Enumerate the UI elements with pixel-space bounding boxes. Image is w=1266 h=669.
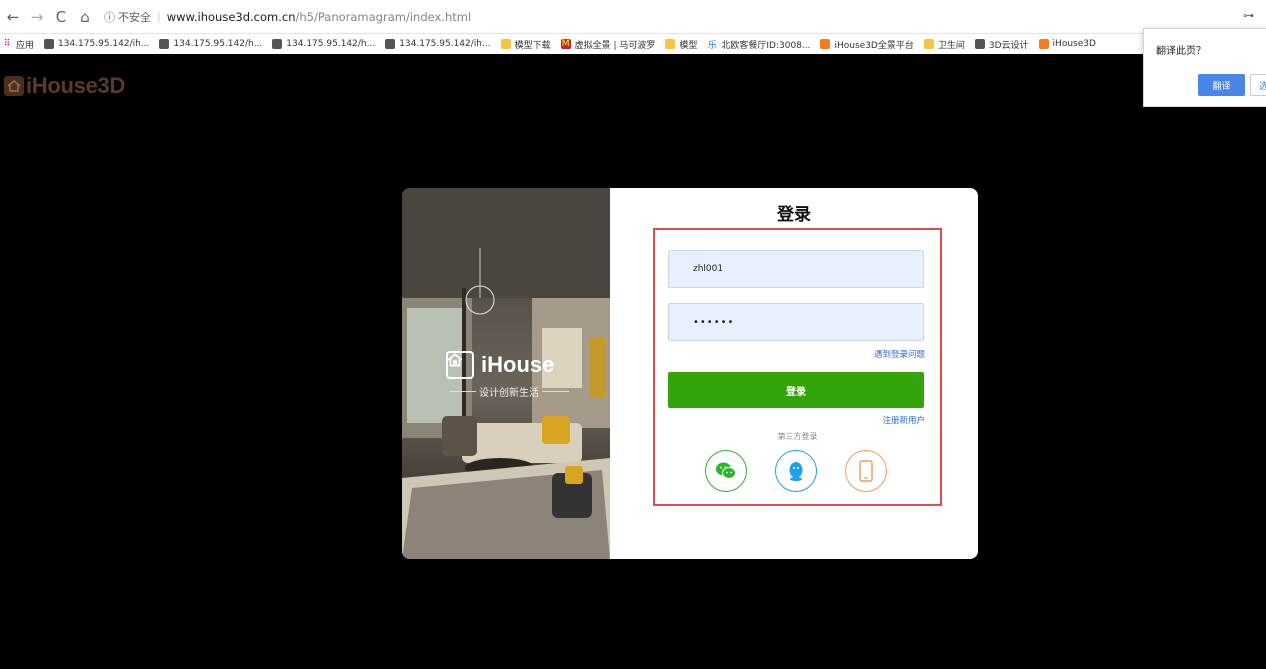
reload-icon[interactable]: C — [50, 6, 72, 28]
login-form: zhl001 •••••• 遇到登录问题 登录 注册新用户 第三方登录 — [653, 228, 942, 506]
qq-penguin-icon — [789, 462, 803, 481]
forgot-login-link[interactable]: 遇到登录问题 — [874, 348, 925, 360]
interior-photo: iHouse 设计创新生活 — [402, 188, 610, 559]
site-logo[interactable]: iHouse3D — [4, 73, 125, 99]
orange-logo-icon — [1038, 39, 1049, 49]
slogan-line-left — [449, 391, 476, 392]
address-divider: | — [157, 10, 161, 23]
bookmark-item[interactable]: 乐北欧客餐厅ID:3008... — [707, 38, 811, 51]
house-logo-icon — [446, 351, 474, 379]
site-logo-text: iHouse3D — [26, 73, 126, 98]
le-icon: 乐 — [707, 40, 717, 51]
home-icon[interactable]: ⌂ — [74, 6, 96, 28]
info-icon[interactable]: ⓘ — [104, 9, 115, 25]
bookmark-label: iHouse3D全景平台 — [834, 40, 914, 51]
bookmark-label: 卫生间 — [937, 40, 965, 51]
address-bar[interactable]: ⓘ 不安全 | www.ihouse3d.com.cn /h5/Panorama… — [104, 9, 471, 25]
third-party-label: 第三方登录 — [777, 432, 818, 441]
bookmark-item[interactable]: M 虚拟全景 | 马可波罗 — [560, 38, 656, 51]
phone-icon — [859, 460, 873, 482]
bookmark-label: 模型 — [679, 40, 698, 51]
apps-grid-icon: ⠿ — [3, 39, 11, 49]
bookmark-apps[interactable]: ⠿ 应用 — [2, 38, 34, 51]
url-host: www.ihouse3d.com.cn — [166, 9, 296, 24]
globe-icon — [272, 39, 283, 49]
globe-icon — [974, 39, 985, 49]
login-title: 登录 — [777, 205, 811, 225]
bookmark-folder[interactable]: 模型 — [665, 38, 697, 51]
slogan-text: 设计创新生活 — [479, 388, 539, 399]
register-link[interactable]: 注册新用户 — [882, 414, 925, 426]
back-arrow-icon[interactable]: ← — [2, 6, 24, 28]
bookmark-label: 134.175.95.142/h... — [173, 39, 263, 49]
ihouse-photo-logo: iHouse — [446, 351, 554, 379]
translate-button[interactable]: 翻译 — [1198, 74, 1245, 96]
red-logo-icon: M — [560, 39, 571, 49]
globe-icon — [44, 39, 55, 49]
bookmark-label: 3D云设计 — [988, 40, 1029, 51]
login-card: iHouse 设计创新生活 登录 zhl001 •••••• 遇到登录问题 登录… — [402, 188, 978, 559]
forward-arrow-icon[interactable]: → — [26, 6, 48, 28]
browser-toolbar: ← → C ⌂ ⓘ 不安全 | www.ihouse3d.com.cn /h5/… — [0, 0, 1266, 34]
qq-login-button[interactable] — [775, 450, 817, 492]
bookmark-label: 虚拟全景 | 马可波罗 — [574, 40, 656, 51]
bookmark-item[interactable]: 3D云设计 — [974, 38, 1029, 51]
globe-icon — [385, 39, 396, 49]
bookmark-item[interactable]: iHouse3D全景平台 — [820, 38, 914, 51]
translate-other-button[interactable]: 选 — [1250, 74, 1266, 96]
bookmark-label: 134.175.95.142/h... — [286, 39, 376, 49]
slogan-line-right — [542, 391, 569, 392]
password-input[interactable]: •••••• — [668, 303, 924, 341]
folder-icon — [923, 39, 934, 49]
photo-logo-text: iHouse — [481, 352, 555, 377]
username-input[interactable]: zhl001 — [668, 250, 924, 288]
orange-logo-icon — [820, 39, 831, 49]
globe-icon — [159, 39, 170, 49]
bookmark-folder[interactable]: 模型下载 — [500, 38, 551, 51]
phone-login-button[interactable] — [845, 450, 887, 492]
login-button[interactable]: 登录 — [668, 372, 924, 408]
bookmark-folder[interactable]: 卫生间 — [923, 38, 965, 51]
translate-title: 翻译此页？ — [1156, 46, 1206, 57]
slogan: 设计创新生活 — [449, 384, 569, 399]
bookmark-label: 134.175.95.142/ih... — [399, 39, 491, 49]
bookmark-item[interactable]: 134.175.95.142/h... — [272, 39, 375, 49]
bookmark-label: 应用 — [16, 40, 35, 51]
translate-popup: 翻译此页？ 翻译 选 — [1143, 28, 1266, 107]
folder-icon — [500, 39, 511, 49]
bookmark-label: 134.175.95.142/ih... — [58, 39, 150, 49]
bookmarks-bar: ⠿ 应用 134.175.95.142/ih... 134.175.95.142/… — [0, 34, 1266, 54]
folder-icon — [665, 39, 676, 49]
bookmark-item[interactable]: 134.175.95.142/h... — [159, 39, 262, 49]
bookmark-label: iHouse3D — [1052, 39, 1096, 49]
security-label: 不安全 — [118, 10, 151, 24]
bookmark-item[interactable]: 134.175.95.142/ih... — [385, 39, 491, 49]
house-logo-icon — [4, 76, 24, 96]
wechat-login-button[interactable] — [705, 450, 747, 492]
key-icon[interactable]: ⊶ — [1243, 9, 1254, 22]
bookmark-item[interactable]: iHouse3D — [1038, 39, 1096, 49]
url-path: /h5/Panoramagram/index.html — [295, 9, 472, 24]
bookmark-label: 模型下载 — [514, 40, 551, 51]
bookmark-item[interactable]: 134.175.95.142/ih... — [44, 39, 149, 49]
wechat-icon — [716, 462, 736, 479]
bookmark-label: 北欧客餐厅ID:3008... — [721, 40, 811, 51]
